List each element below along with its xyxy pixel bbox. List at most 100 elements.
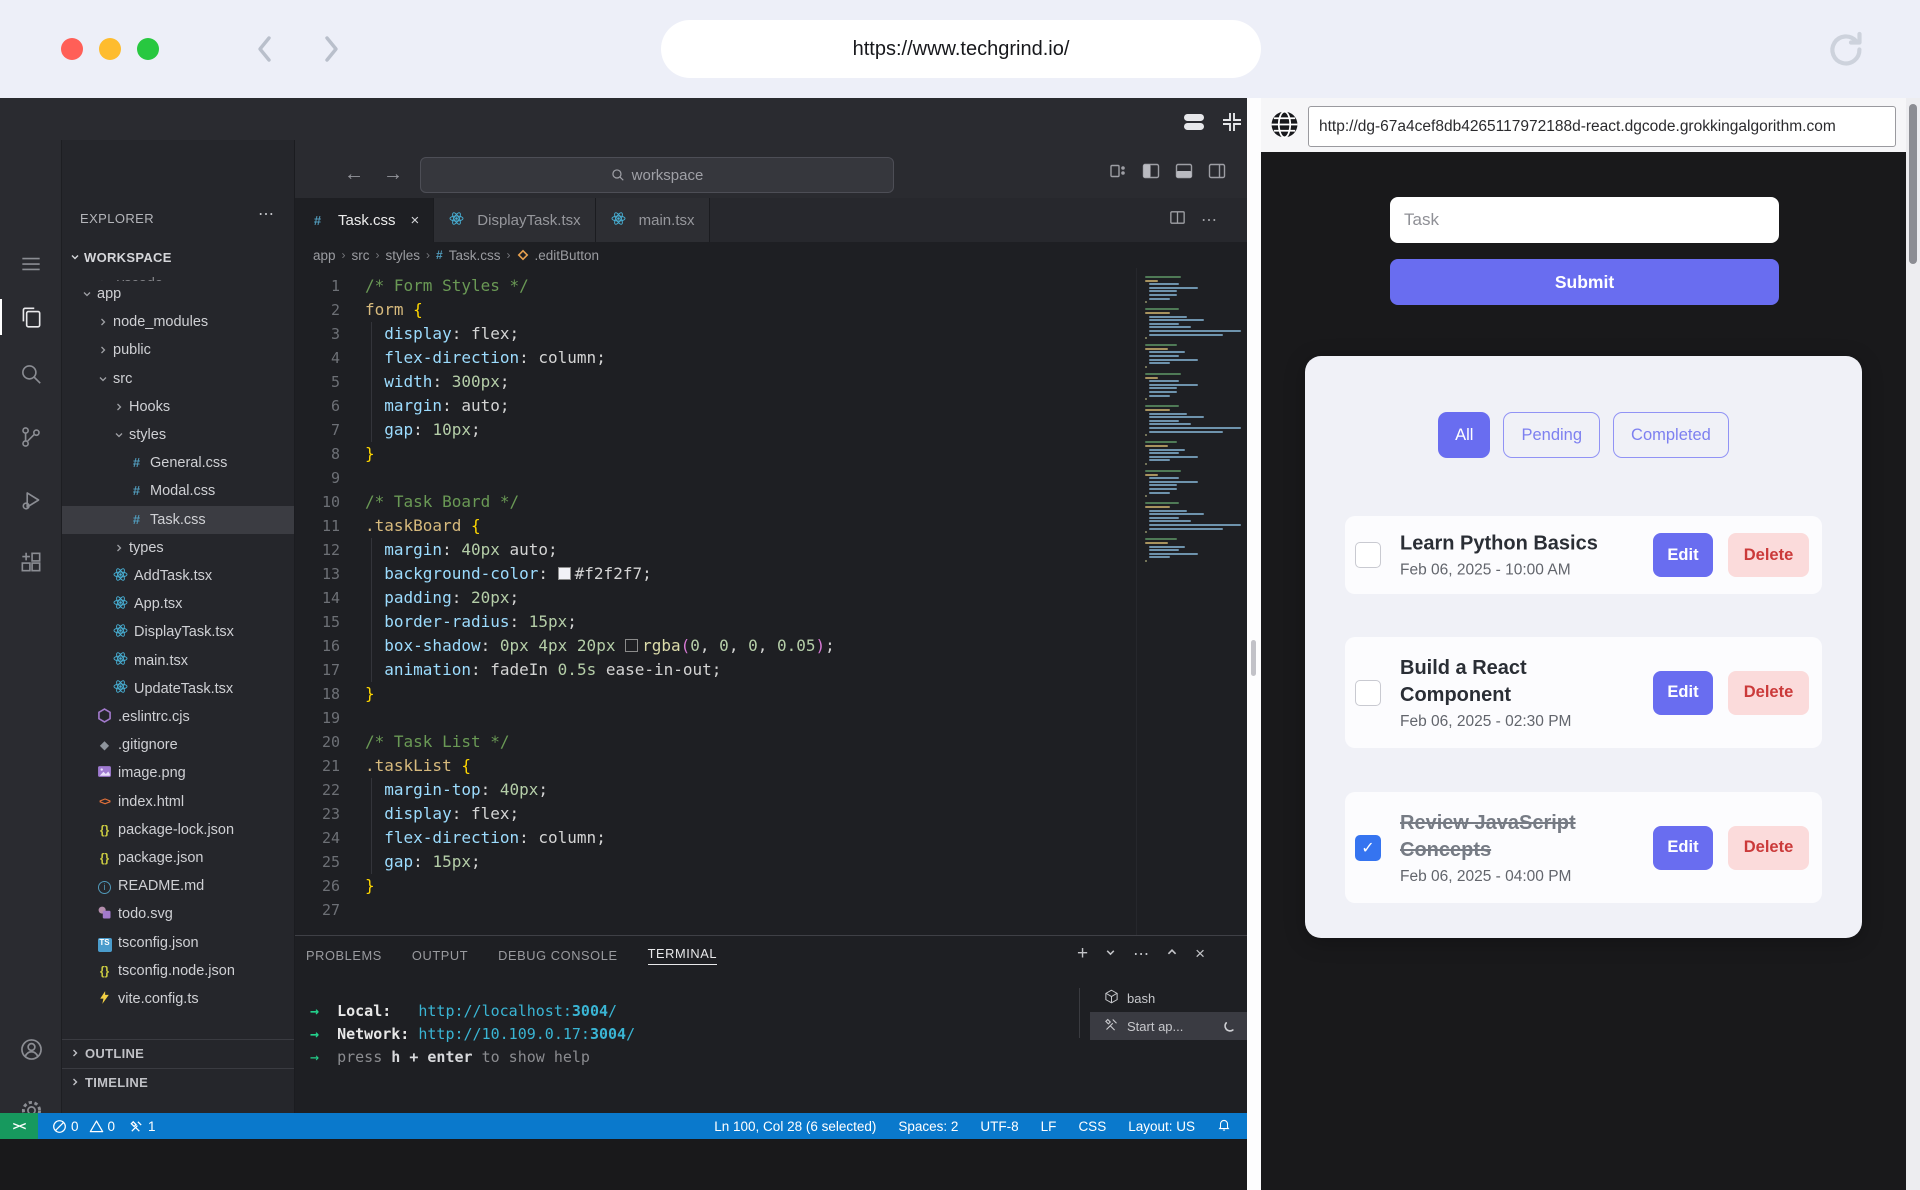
scrollbar-thumb[interactable] (1909, 104, 1917, 264)
menu-icon[interactable] (0, 242, 62, 286)
browser-back-icon[interactable] (252, 32, 278, 71)
file-tree-item[interactable]: vite.config.ts (62, 985, 295, 1013)
file-tree-item[interactable]: node_modules (62, 308, 295, 336)
file-tree-item[interactable]: .eslintrc.cjs (62, 703, 295, 731)
explorer-icon[interactable] (0, 295, 62, 339)
search-view-icon[interactable] (0, 352, 62, 396)
file-tree-item[interactable]: TStsconfig.json (62, 929, 295, 957)
close-window-button[interactable] (61, 38, 83, 60)
delete-button[interactable]: Delete (1728, 533, 1809, 577)
delete-button[interactable]: Delete (1728, 671, 1809, 715)
problems-status[interactable]: 0 0 (52, 1119, 115, 1134)
preview-url-input[interactable] (1308, 106, 1896, 147)
panel-more-icon[interactable]: ⋯ (1133, 944, 1149, 964)
file-tree-item[interactable]: <>index.html (62, 788, 295, 816)
tab-displaytask-tsx[interactable]: DisplayTask.tsx (434, 198, 595, 242)
toggle-sidebar-icon[interactable] (1141, 161, 1161, 186)
tab-task-css[interactable]: #Task.css× (295, 198, 434, 242)
explorer-actions-icon[interactable]: ⋯ (258, 204, 275, 224)
breadcrumb-item[interactable]: styles (386, 248, 421, 263)
terminal-session[interactable]: bash (1090, 984, 1247, 1012)
file-tree-item[interactable]: image.png (62, 759, 295, 787)
file-tree-item[interactable]: #General.css (62, 449, 295, 477)
browser-forward-icon[interactable] (318, 32, 344, 71)
split-editor-icon[interactable] (1168, 208, 1187, 232)
file-tree-item[interactable]: UpdateTask.tsx (62, 675, 295, 703)
edit-button[interactable]: Edit (1653, 826, 1713, 870)
account-icon[interactable] (0, 1027, 62, 1071)
file-tree-item[interactable]: #Modal.css (62, 477, 295, 505)
filter-pending-button[interactable]: Pending (1503, 412, 1600, 458)
divider-thumb[interactable] (1251, 640, 1256, 676)
outline-section[interactable]: OUTLINE (62, 1039, 295, 1067)
filter-all-button[interactable]: All (1438, 412, 1490, 458)
file-tree-item[interactable]: {}package.json (62, 844, 295, 872)
panel-tab-problems[interactable]: PROBLEMS (306, 948, 382, 963)
editor-back-icon[interactable]: ← (344, 163, 364, 186)
preview-scrollbar[interactable] (1906, 98, 1920, 1190)
command-center-search[interactable]: workspace (420, 157, 894, 193)
run-debug-icon[interactable] (0, 478, 62, 522)
stacked-panels-icon[interactable] (1182, 110, 1206, 139)
close-panel-icon[interactable]: × (1195, 944, 1205, 964)
browser-reload-icon[interactable] (1824, 28, 1866, 75)
file-tree-item[interactable]: public (62, 336, 295, 364)
file-tree-item[interactable]: {}package-lock.json (62, 816, 295, 844)
cursor-position[interactable]: Ln 100, Col 28 (6 selected) (714, 1119, 876, 1134)
file-tree-item[interactable]: styles (62, 421, 295, 449)
file-tree-item[interactable]: AddTask.tsx (62, 562, 295, 590)
task-checkbox[interactable] (1355, 542, 1381, 568)
more-actions-icon[interactable]: ⋯ (1201, 210, 1217, 230)
workspace-root[interactable]: WORKSPACE (62, 245, 295, 269)
file-tree-item[interactable]: ◆.gitignore (62, 731, 295, 759)
editor-forward-icon[interactable]: → (383, 163, 403, 186)
edit-button[interactable]: Edit (1653, 533, 1713, 577)
delete-button[interactable]: Delete (1728, 826, 1809, 870)
panel-tab-terminal[interactable]: TERMINAL (648, 946, 718, 965)
file-tree-item[interactable]: types (62, 534, 295, 562)
customize-layout-icon[interactable] (1108, 161, 1128, 186)
task-checkbox[interactable] (1355, 680, 1381, 706)
breadcrumb-item[interactable]: src (352, 248, 370, 263)
eol[interactable]: LF (1041, 1119, 1057, 1134)
timeline-section[interactable]: TIMELINE (62, 1068, 295, 1096)
panel-tab-output[interactable]: OUTPUT (412, 948, 468, 963)
file-tree-item[interactable]: todo.svg (62, 900, 295, 928)
keyboard-layout[interactable]: Layout: US (1128, 1119, 1195, 1134)
toggle-panel-icon[interactable] (1174, 161, 1194, 186)
file-tree-item[interactable]: #Task.css (62, 506, 295, 534)
file-tree-item[interactable]: App.tsx (62, 590, 295, 618)
split-divider[interactable] (1247, 98, 1261, 1190)
maximize-window-button[interactable] (137, 38, 159, 60)
breadcrumb-file[interactable]: Task.css (449, 248, 501, 263)
notifications-icon[interactable] (1217, 1117, 1231, 1135)
minimap[interactable] (1136, 268, 1247, 935)
panel-tab-debug-console[interactable]: DEBUG CONSOLE (498, 948, 617, 963)
file-tree-item[interactable]: Hooks (62, 393, 295, 421)
ports-status[interactable]: 1 (129, 1119, 156, 1134)
file-tree-item[interactable]: iREADME.md (62, 872, 295, 900)
terminal-output[interactable]: → Local: http://localhost:3004/→ Network… (310, 1000, 635, 1069)
submit-button[interactable]: Submit (1390, 259, 1779, 305)
indentation[interactable]: Spaces: 2 (898, 1119, 958, 1134)
source-control-icon[interactable] (0, 415, 62, 459)
edit-button[interactable]: Edit (1653, 671, 1713, 715)
code-editor[interactable]: 1/* Form Styles */2form {3 display: flex… (295, 268, 1136, 935)
encoding[interactable]: UTF-8 (980, 1119, 1018, 1134)
file-tree-item[interactable]: src (62, 365, 295, 393)
file-tree-item[interactable]: {}tsconfig.node.json (62, 957, 295, 985)
remote-indicator[interactable]: >< (0, 1113, 38, 1139)
terminal-session[interactable]: Start ap... (1090, 1012, 1247, 1040)
new-terminal-icon[interactable]: + (1077, 947, 1088, 961)
breadcrumb-symbol[interactable]: .editButton (535, 248, 600, 263)
terminal-dropdown-icon[interactable] (1105, 945, 1116, 963)
toggle-secondary-sidebar-icon[interactable] (1207, 161, 1227, 186)
maximize-panel-icon[interactable] (1166, 945, 1178, 963)
extensions-icon[interactable] (0, 540, 62, 584)
file-tree-item[interactable]: DisplayTask.tsx (62, 618, 295, 646)
file-tree-item[interactable]: app (62, 280, 295, 308)
language-mode[interactable]: CSS (1078, 1119, 1106, 1134)
minimize-window-button[interactable] (99, 38, 121, 60)
breadcrumb-item[interactable]: app (313, 248, 336, 263)
task-checkbox[interactable]: ✓ (1355, 835, 1381, 861)
